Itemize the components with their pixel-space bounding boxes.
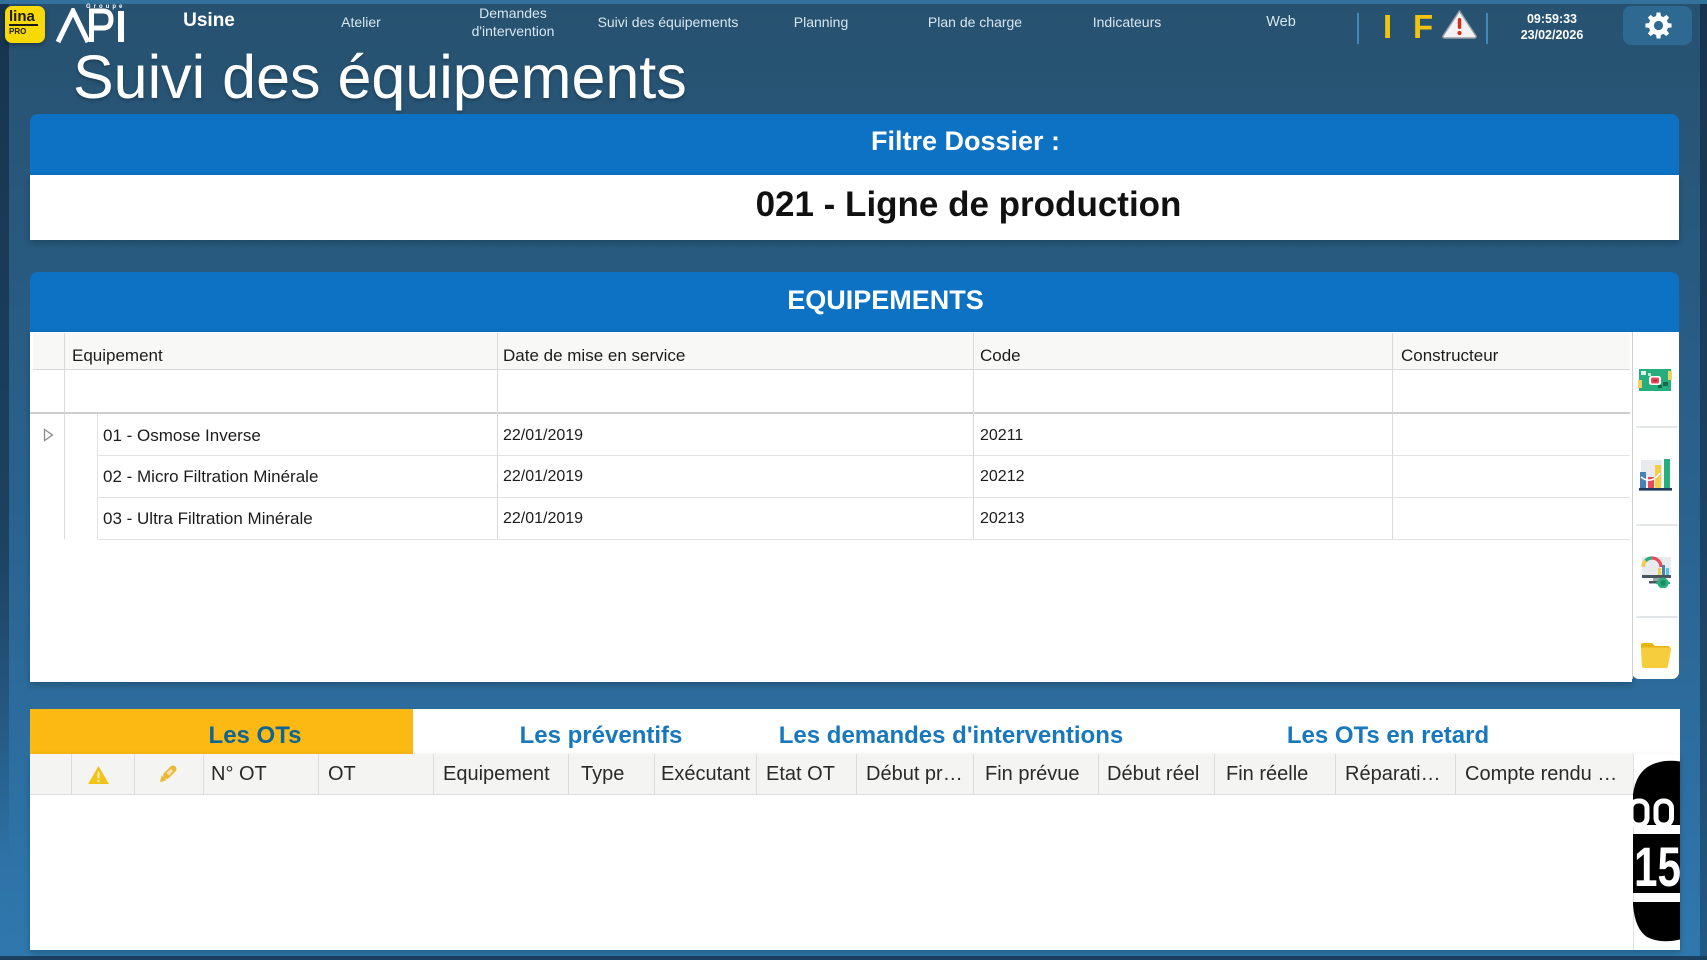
- svg-text:15: 15: [1634, 835, 1680, 898]
